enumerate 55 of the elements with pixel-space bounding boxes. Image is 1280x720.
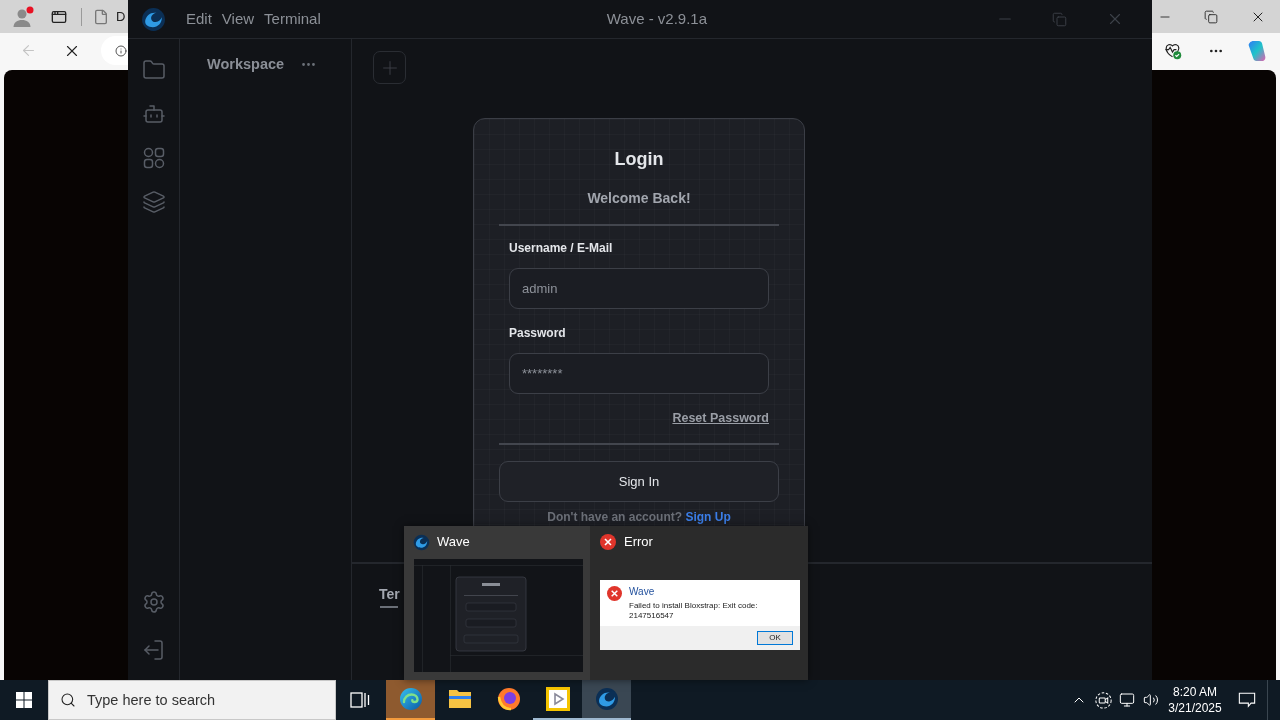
tab-title[interactable]: D [116, 6, 126, 27]
preview-title: Wave [437, 533, 470, 552]
gradient-logo-icon[interactable] [1246, 39, 1268, 62]
video-camera-icon[interactable] [1094, 691, 1112, 709]
search-field[interactable]: Type here to search [48, 680, 336, 720]
menu-item[interactable]: Terminal [264, 9, 321, 29]
monitor-icon[interactable] [1119, 692, 1135, 708]
search-icon [60, 692, 76, 708]
sign-up-link[interactable]: Sign Up [685, 510, 731, 524]
speaker-icon[interactable] [1143, 692, 1159, 708]
crescent-logo-icon [141, 6, 166, 32]
dialog-title: Wave [629, 586, 655, 598]
sign-in-button[interactable]: Sign In [499, 461, 779, 502]
input-field[interactable]: admin [509, 268, 769, 309]
window-preview[interactable]: Error Wave Failed to install Bloxstrap: Exit code: 2147516547 OK [590, 526, 808, 680]
dialog-message: Failed to install Bloxstrap: Exit code: 2147516547 [629, 601, 759, 621]
preview-title: Error [624, 533, 653, 552]
tab-actions-icon[interactable] [51, 8, 67, 25]
ring-app-icon[interactable] [496, 687, 521, 711]
play-icon[interactable] [545, 687, 570, 711]
workspace-title: Workspace [207, 55, 285, 74]
folder-icon[interactable] [447, 687, 472, 711]
input-field[interactable]: ******** [509, 353, 769, 394]
clock-date[interactable]: 3/21/2025 [1168, 700, 1222, 716]
layers-icon[interactable] [141, 190, 166, 214]
profile-icon[interactable] [12, 5, 34, 28]
apps-grid-icon[interactable] [141, 146, 166, 170]
notification-icon[interactable] [1238, 691, 1256, 709]
info-icon[interactable] [115, 44, 127, 57]
terminal-tab[interactable]: Ter [379, 584, 400, 608]
signup-prompt: Don't have an account? Sign Up [547, 509, 731, 526]
crescent-logo-icon[interactable] [594, 687, 619, 711]
login-title: Login [614, 148, 664, 171]
clock-time[interactable]: 8:20 AM [1173, 684, 1217, 700]
taskbar-app-button[interactable] [582, 680, 631, 720]
restore-icon[interactable] [1204, 9, 1218, 24]
field-label: Username / E-Mail [509, 240, 613, 257]
window-title: Wave - v2.9.1a [606, 9, 708, 29]
ok-button[interactable]: OK [757, 631, 793, 645]
login-subtitle: Welcome Back! [587, 189, 691, 208]
crescent-logo-icon [413, 533, 430, 551]
health-check-icon[interactable] [1163, 41, 1182, 60]
task-view-icon[interactable] [350, 690, 370, 710]
error-icon [607, 586, 622, 601]
page-icon [93, 8, 109, 25]
settings-icon[interactable] [141, 590, 166, 614]
error-icon [600, 534, 616, 550]
field-label: Password [509, 325, 566, 342]
menu-item[interactable]: View [221, 9, 255, 29]
reset-password-link[interactable]: Reset Password [672, 409, 769, 427]
swirl-browser-icon[interactable] [398, 687, 423, 711]
robot-icon[interactable] [141, 102, 166, 126]
menu-item[interactable]: Edit [186, 9, 212, 29]
address-field[interactable] [101, 36, 128, 65]
window-preview[interactable]: Wave [404, 526, 590, 680]
